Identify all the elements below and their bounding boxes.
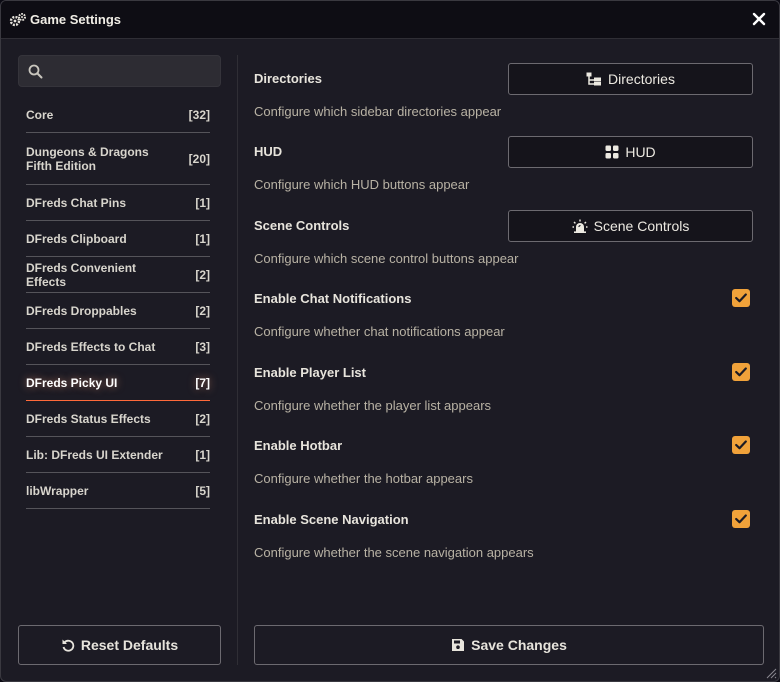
- category-label: Core: [26, 107, 54, 122]
- save-changes-button[interactable]: Save Changes: [254, 625, 764, 665]
- category-count: [1]: [195, 447, 210, 462]
- category-count: [2]: [195, 303, 210, 318]
- category-item[interactable]: DFreds Chat Pins [1]: [26, 185, 210, 221]
- close-icon[interactable]: [751, 11, 767, 27]
- category-label: DFreds Droppables: [26, 303, 137, 318]
- setting-description: Configure which sidebar directories appe…: [254, 104, 502, 119]
- resize-handle-icon[interactable]: [765, 667, 777, 679]
- setting-description: Configure which HUD buttons appear: [254, 177, 470, 192]
- grid-icon: [605, 145, 619, 159]
- setting-description: Configure whether the player list appear…: [254, 398, 492, 413]
- alarm-light-icon: [572, 219, 588, 233]
- category-label: DFreds Effects to Chat: [26, 339, 156, 354]
- category-item[interactable]: libWrapper [5]: [26, 473, 210, 509]
- setting-menu-button[interactable]: Scene Controls: [508, 210, 753, 242]
- category-item[interactable]: Core [32]: [26, 97, 210, 133]
- category-item[interactable]: DFreds Clipboard [1]: [26, 221, 210, 257]
- category-count: [5]: [195, 483, 210, 498]
- category-count: [2]: [195, 267, 210, 282]
- category-label: DFreds Convenient Effects: [26, 260, 137, 289]
- setting-checkbox[interactable]: [732, 436, 750, 454]
- save-icon: [452, 639, 465, 651]
- category-item[interactable]: DFreds Picky UI [7]: [26, 365, 210, 401]
- category-label: DFreds Status Effects: [26, 411, 151, 426]
- category-count: [1]: [195, 231, 210, 246]
- search-box[interactable]: [18, 55, 221, 87]
- setting-menu-button[interactable]: Directories: [508, 63, 753, 95]
- setting-menu-button-label: HUD: [625, 144, 656, 160]
- category-label: DFreds Chat Pins: [26, 195, 127, 210]
- sidebar: Core [32] Dungeons & Dragons Fifth Edition…: [18, 55, 221, 665]
- setting-menu-button-label: Directories: [608, 71, 675, 87]
- setting-checkbox[interactable]: [732, 510, 750, 528]
- category-item[interactable]: DFreds Effects to Chat [3]: [26, 329, 210, 365]
- category-count: [7]: [195, 375, 210, 390]
- category-item[interactable]: Dungeons & Dragons Fifth Edition [20]: [26, 133, 210, 185]
- category-label: DFreds Clipboard: [26, 231, 127, 246]
- category-count: [20]: [188, 151, 210, 166]
- game-settings-window: Game Settings Core [32] Dungeons & Dragons…: [0, 0, 780, 682]
- setting-description: Configure which scene control buttons ap…: [254, 251, 519, 266]
- category-label: Lib: DFreds UI Extender: [26, 447, 163, 462]
- checkmark-icon: [735, 367, 747, 377]
- setting-name: Enable Chat Notifications: [254, 291, 412, 306]
- setting-name: Enable Player List: [254, 365, 366, 380]
- category-label: libWrapper: [26, 483, 89, 498]
- category-label: DFreds Picky UI: [26, 375, 118, 390]
- checkmark-icon: [735, 440, 747, 450]
- setting-description: Configure whether chat notifications app…: [254, 324, 505, 339]
- category-item[interactable]: DFreds Convenient Effects [2]: [26, 257, 210, 293]
- search-input[interactable]: [49, 60, 214, 84]
- setting-menu-button-label: Scene Controls: [593, 218, 690, 234]
- window-title: Game Settings: [30, 12, 122, 27]
- checkmark-icon: [735, 514, 747, 524]
- setting-checkbox[interactable]: [732, 289, 750, 307]
- titlebar[interactable]: Game Settings: [1, 1, 779, 39]
- category-item[interactable]: Lib: DFreds UI Extender [1]: [26, 437, 210, 473]
- setting-description: Configure whether the scene navigation a…: [254, 545, 534, 560]
- category-count: [32]: [188, 107, 210, 122]
- setting-name: HUD: [254, 144, 283, 159]
- setting-name: Enable Hotbar: [254, 438, 343, 453]
- save-changes-label: Save Changes: [471, 637, 567, 653]
- divider: [237, 55, 238, 665]
- category-label: Dungeons & Dragons Fifth Edition: [26, 144, 149, 173]
- reset-defaults-label: Reset Defaults: [80, 637, 179, 653]
- setting-name: Enable Scene Navigation: [254, 512, 409, 527]
- undo-icon: [62, 639, 75, 652]
- category-item[interactable]: DFreds Droppables [2]: [26, 293, 210, 329]
- search-icon: [28, 64, 43, 79]
- setting-name: Directories: [254, 71, 322, 86]
- category-count: [3]: [195, 339, 210, 354]
- folder-tree-icon: [586, 72, 602, 86]
- setting-name: Scene Controls: [254, 218, 350, 233]
- checkmark-icon: [735, 293, 747, 303]
- category-count: [1]: [195, 195, 210, 210]
- setting-menu-button[interactable]: HUD: [508, 136, 753, 168]
- category-count: [2]: [195, 411, 210, 426]
- reset-defaults-button[interactable]: Reset Defaults: [18, 625, 221, 665]
- setting-description: Configure whether the hotbar appears: [254, 471, 473, 486]
- gears-icon: [9, 13, 26, 27]
- category-list: Core [32] Dungeons & Dragons Fifth Edition…: [26, 97, 210, 509]
- setting-checkbox[interactable]: [732, 363, 750, 381]
- category-item[interactable]: DFreds Status Effects [2]: [26, 401, 210, 437]
